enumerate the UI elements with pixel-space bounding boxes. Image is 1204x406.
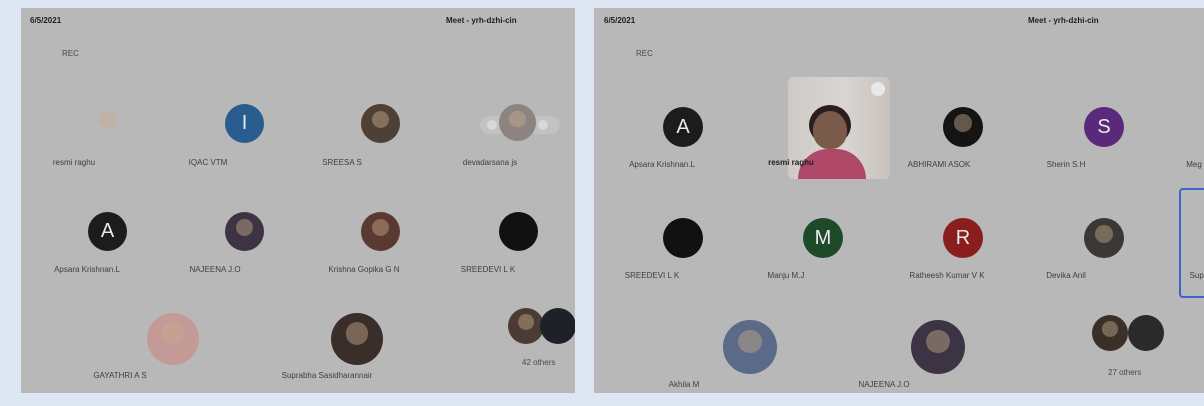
participant-name: SREESA S — [322, 158, 362, 167]
participant-avatar[interactable] — [331, 313, 383, 365]
date-label: 6/5/2021 — [604, 16, 636, 25]
participant-name: Apsara Krishnan.L — [54, 265, 120, 274]
others-avatar[interactable] — [1092, 315, 1128, 351]
avatar-initial: R — [955, 226, 971, 249]
participant-name: SREEDEVI L K — [460, 265, 516, 274]
participant-name: GAYATHRI A S — [93, 371, 147, 380]
right-meeting-panel: 6/5/2021 Meet - yrh-dzhi-cin REC A Apsar… — [594, 8, 1204, 393]
participant-avatar[interactable] — [499, 212, 538, 251]
participant-avatar[interactable] — [225, 212, 264, 251]
participant-name: Apsara Krishnan.L — [629, 160, 695, 169]
participant-avatar[interactable]: A — [88, 212, 127, 251]
participant-avatar[interactable] — [499, 104, 536, 141]
participant-name: Ratheesh Kumar V K — [909, 271, 985, 280]
left-meeting-panel: 6/5/2021 Meet - yrh-dzhi-cin REC resmi r… — [21, 8, 575, 393]
participant-avatar[interactable] — [361, 104, 400, 143]
participant-name: resmi raghu — [52, 158, 96, 167]
avatar-initial: A — [676, 115, 690, 138]
participant-name: Suprabha Sasidharannair — [281, 371, 373, 380]
participant-avatar[interactable] — [361, 212, 400, 251]
participant-name: devadarsana js — [462, 158, 518, 167]
participant-avatar[interactable]: A — [663, 107, 703, 147]
meet-code-label: Meet - yrh-dzhi-cin — [446, 16, 517, 25]
avatar-initial: I — [241, 112, 248, 134]
participant-avatar[interactable] — [1084, 218, 1124, 258]
participant-avatar[interactable] — [663, 218, 703, 258]
participant-name: ABHIRAMI ASOK — [907, 160, 971, 169]
participant-name: NAJEENA J.O — [858, 380, 910, 389]
others-avatar[interactable] — [540, 308, 575, 344]
participant-name: Supr — [1189, 271, 1204, 280]
others-avatar[interactable] — [508, 308, 544, 344]
rec-indicator: REC — [636, 49, 653, 58]
participant-avatar[interactable]: I — [225, 104, 264, 143]
video-name-label: resmi raghu — [768, 158, 814, 167]
avatar-initial: A — [100, 220, 115, 242]
participant-avatar[interactable] — [147, 313, 199, 365]
selected-participant-tile[interactable] — [1179, 188, 1204, 298]
others-count[interactable]: 27 others — [1108, 368, 1141, 377]
pin-icon[interactable] — [871, 82, 885, 96]
meet-code-label: Meet - yrh-dzhi-cin — [1028, 16, 1099, 25]
avatar-initial: M — [814, 226, 832, 249]
participant-name: NAJEENA J.O — [189, 265, 241, 274]
participant-name: Krishna Gopika G N — [328, 265, 400, 274]
video-person-face — [813, 111, 847, 149]
pin-icon[interactable] — [538, 120, 548, 130]
participant-avatar[interactable]: R — [943, 218, 983, 258]
participant-name: Sherin S.H — [1046, 160, 1086, 169]
participant-avatar[interactable]: M — [803, 218, 843, 258]
participant-avatar[interactable] — [723, 320, 777, 374]
rec-indicator: REC — [62, 49, 79, 58]
participant-name: Manju M.J — [767, 271, 805, 280]
participant-avatar[interactable] — [88, 104, 127, 143]
participant-avatar[interactable]: S — [1084, 107, 1124, 147]
participant-avatar[interactable] — [943, 107, 983, 147]
others-avatar[interactable] — [1128, 315, 1164, 351]
participant-name: IQAC VTM — [188, 158, 228, 167]
others-count[interactable]: 42 others — [522, 358, 555, 367]
more-options-icon[interactable] — [487, 120, 497, 130]
participant-name: Meg — [1186, 160, 1202, 169]
participant-avatar[interactable] — [911, 320, 965, 374]
participant-name: Akhila M — [668, 380, 700, 389]
avatar-initial: S — [1097, 115, 1111, 138]
participant-name: Devika Anil — [1046, 271, 1086, 280]
participant-name: SREEDEVI L K — [624, 271, 680, 280]
date-label: 6/5/2021 — [30, 16, 62, 25]
